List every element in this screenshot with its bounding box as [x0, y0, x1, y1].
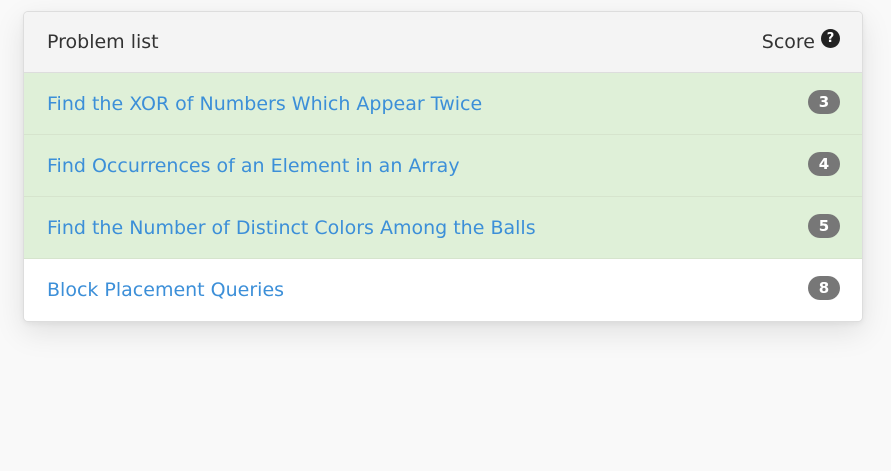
- score-badge: 5: [808, 213, 840, 238]
- score-badge: 8: [808, 276, 840, 300]
- score-label: Score: [761, 31, 815, 53]
- problem-row: Find the XOR of Numbers Which Appear Twi…: [24, 73, 862, 135]
- problem-list-header: Problem list Score ?: [24, 12, 862, 73]
- problem-list-panel: Problem list Score ? Find the XOR of Num…: [23, 11, 863, 322]
- problem-link[interactable]: Find the Number of Distinct Colors Among…: [47, 217, 536, 239]
- problem-link[interactable]: Find Occurrences of an Element in an Arr…: [47, 155, 460, 177]
- problem-row: Find Occurrences of an Element in an Arr…: [24, 135, 862, 197]
- question-circle-icon[interactable]: ?: [821, 28, 840, 48]
- problem-link[interactable]: Block Placement Queries: [47, 279, 284, 301]
- score-badge: 4: [808, 151, 840, 176]
- problem-row: Find the Number of Distinct Colors Among…: [24, 197, 862, 259]
- problem-list-title: Problem list: [47, 31, 159, 53]
- problem-row: Block Placement Queries 8: [24, 259, 862, 321]
- score-badge: 3: [808, 89, 840, 114]
- problem-link[interactable]: Find the XOR of Numbers Which Appear Twi…: [47, 93, 482, 115]
- score-column-header: Score ?: [761, 28, 840, 53]
